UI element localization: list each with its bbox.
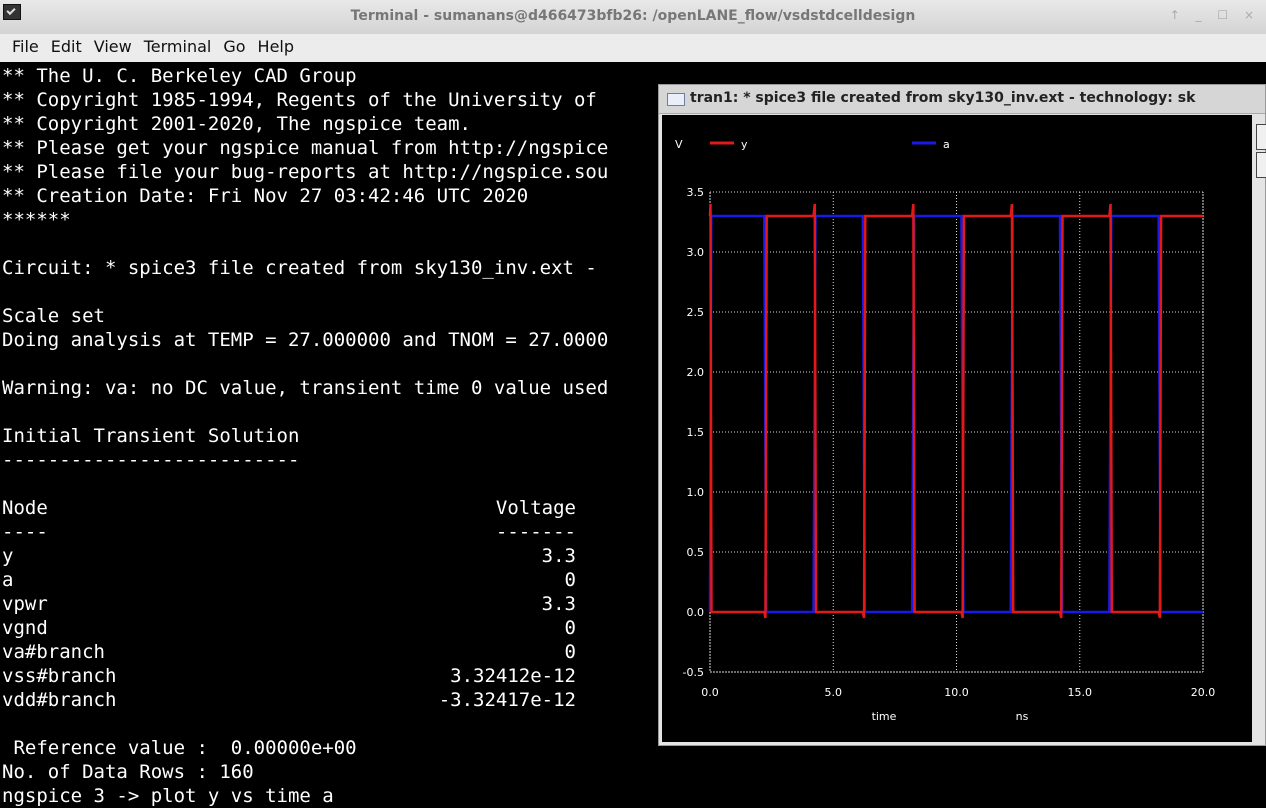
terminal-line: y — [2, 545, 14, 567]
y-tick-label: 1.0 — [687, 486, 705, 499]
plot-window-title: tran1: * spice3 file created from sky130… — [690, 90, 1196, 106]
terminal-line: No. of Data Rows : 160 — [2, 761, 254, 783]
y-tick-label: 3.5 — [687, 186, 705, 199]
x-tick-label: 0.0 — [701, 686, 719, 699]
x-axis-unit: ns — [1016, 710, 1029, 723]
y-tick-label: -0.5 — [683, 666, 704, 679]
menu-go[interactable]: Go — [223, 37, 245, 56]
y-tick-label: 2.5 — [687, 306, 705, 319]
y-tick-label: 0.0 — [687, 606, 705, 619]
terminal-line: a — [2, 569, 14, 591]
waveform-chart: -0.5 0.0 0.5 1.0 1.5 2.0 2.5 3.0 3.5 0.0 5.0 10.0 15… — [675, 138, 1216, 723]
x-axis-label: time — [872, 710, 897, 723]
terminal-line: Scale set — [2, 305, 105, 327]
plot-window[interactable]: tran1: * spice3 file created from sky130… — [658, 84, 1266, 746]
menu-terminal[interactable]: Terminal — [144, 37, 212, 56]
terminal-line: ** The U. C. Berkeley CAD Group — [2, 65, 357, 87]
node-voltage-value: 3.3 — [541, 593, 576, 615]
terminal-line: ** Creation Date: Fri Nov 27 03:42:46 UT… — [2, 185, 529, 207]
side-button-1[interactable] — [1256, 124, 1266, 150]
legend-label: a — [943, 138, 950, 151]
x-tick-label: 15.0 — [1068, 686, 1093, 699]
terminal-line: ** Copyright 2001-2020, The ngspice team… — [2, 113, 471, 135]
side-button-2[interactable] — [1256, 152, 1266, 178]
terminal-line: Circuit: * spice3 file created from sky1… — [2, 257, 597, 279]
terminal-line: ** Copyright 1985-1994, Regents of the U… — [2, 89, 597, 111]
menu-view[interactable]: View — [94, 37, 132, 56]
menu-file[interactable]: File — [12, 37, 39, 56]
terminal-line: vpwr — [2, 593, 48, 615]
legend-label: y — [741, 138, 748, 151]
terminal-line: Doing analysis at TEMP = 27.000000 and T… — [2, 329, 609, 351]
node-voltage-value: ------- — [495, 521, 576, 543]
window-controls[interactable]: ↑ _ ☐ × — [1170, 8, 1260, 22]
y-tick-label: 3.0 — [687, 246, 705, 259]
terminal-line: ---- — [2, 521, 48, 543]
terminal-line: vss#branch — [2, 665, 117, 687]
terminal-line: ** Please file your bug-reports at http:… — [2, 161, 609, 183]
terminal-line: vdd#branch — [2, 689, 117, 711]
terminal-line: va#branch — [2, 641, 105, 663]
node-voltage-value: 0 — [564, 617, 576, 639]
node-voltage-value: 3.3 — [541, 545, 576, 567]
terminal-line: Node — [2, 497, 48, 519]
window-title: Terminal - sumanans@d466473bfb26: /openL… — [350, 8, 916, 24]
terminal-line: ngspice 3 -> plot y vs time a — [2, 785, 334, 807]
plot-area[interactable]: -0.5 0.0 0.5 1.0 1.5 2.0 2.5 3.0 3.5 0.0 5.0 10.0 15… — [662, 115, 1252, 742]
x-tick-label: 10.0 — [944, 686, 969, 699]
y-tick-label: 0.5 — [687, 546, 705, 559]
terminal-line: Initial Transient Solution — [2, 425, 300, 447]
terminal-line: ** Please get your ngspice manual from h… — [2, 137, 609, 159]
terminal-line: Reference value : 0.00000e+00 — [2, 737, 357, 759]
x-tick-label: 5.0 — [825, 686, 843, 699]
node-voltage-value: 0 — [564, 569, 576, 591]
terminal-line: vgnd — [2, 617, 48, 639]
terminal-title-bar[interactable]: Terminal - sumanans@d466473bfb26: /openL… — [0, 0, 1266, 35]
x-tick-label: 20.0 — [1191, 686, 1216, 699]
node-voltage-value: 3.32412e-12 — [450, 665, 576, 687]
y-tick-label: 1.5 — [687, 426, 705, 439]
window-icon — [667, 93, 685, 106]
terminal-line: ****** — [2, 209, 71, 231]
menu-edit[interactable]: Edit — [51, 37, 82, 56]
y-tick-label: 2.0 — [687, 366, 705, 379]
terminal-line: -------------------------- — [2, 449, 300, 471]
node-voltage-value: 0 — [564, 641, 576, 663]
node-voltage-value: -3.32417e-12 — [438, 689, 576, 711]
node-voltage-value: Voltage — [495, 497, 576, 519]
plot-title-bar[interactable]: tran1: * spice3 file created from sky130… — [659, 85, 1265, 114]
menu-bar: File Edit View Terminal Go Help — [0, 34, 1266, 63]
y-axis-label: V — [675, 138, 683, 151]
terminal-line: Warning: va: no DC value, transient time… — [2, 377, 609, 399]
menu-help[interactable]: Help — [258, 37, 294, 56]
